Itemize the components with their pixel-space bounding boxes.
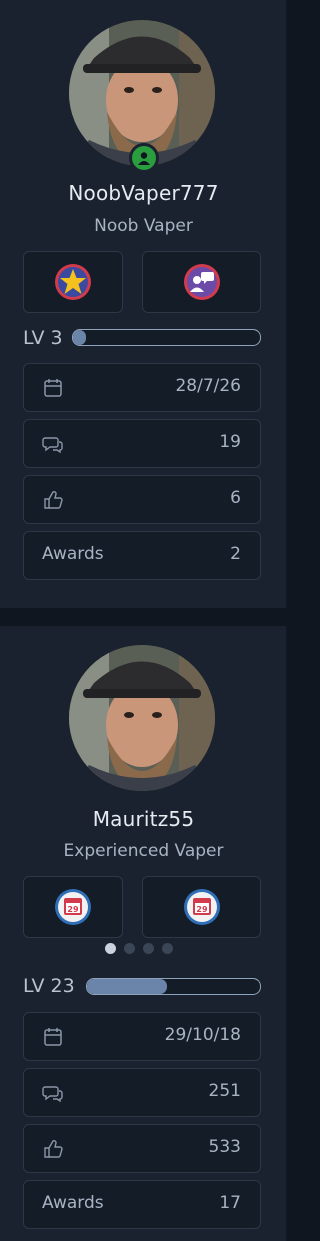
calendar-day-text: 29 bbox=[67, 905, 79, 914]
chat-trophy-icon bbox=[183, 264, 220, 300]
carousel-dot[interactable] bbox=[124, 943, 135, 954]
trophy-slot[interactable]: 29 bbox=[142, 876, 261, 938]
reactions-count: 6 bbox=[230, 488, 241, 508]
calendar-29-trophy-icon: 29 bbox=[183, 889, 220, 925]
messages-count: 19 bbox=[219, 432, 241, 452]
level-progress-fill bbox=[87, 979, 167, 994]
carousel-dot[interactable] bbox=[105, 943, 116, 954]
messages-row[interactable]: 19 bbox=[23, 419, 261, 468]
avatar[interactable] bbox=[69, 645, 215, 791]
calendar-icon bbox=[44, 379, 62, 397]
awards-row[interactable]: Awards 2 bbox=[23, 531, 261, 580]
joined-date: 29/10/18 bbox=[164, 1025, 241, 1045]
calendar-29-trophy-icon: 29 bbox=[55, 889, 91, 925]
reactions-count: 533 bbox=[208, 1137, 241, 1157]
thumbs-up-icon bbox=[44, 491, 63, 509]
user-title: Experienced Vaper bbox=[63, 841, 224, 861]
messages-icon bbox=[42, 437, 63, 454]
level-label: LV 3 bbox=[23, 327, 63, 349]
carousel-dot[interactable] bbox=[143, 943, 154, 954]
awards-label: Awards bbox=[42, 1193, 104, 1213]
awards-label: Awards bbox=[42, 544, 104, 564]
awards-count: 17 bbox=[219, 1193, 241, 1213]
level-progress-fill bbox=[73, 330, 87, 345]
awards-row[interactable]: Awards 17 bbox=[23, 1180, 261, 1229]
thumbs-up-icon bbox=[44, 1140, 63, 1158]
username-link[interactable]: Mauritz55 bbox=[0, 807, 287, 831]
level-progress-bar bbox=[72, 329, 261, 346]
username-link[interactable]: NoobVaper777 bbox=[0, 181, 287, 205]
joined-row: 29/10/18 bbox=[23, 1012, 261, 1061]
trophy-carousel-dots bbox=[105, 943, 173, 954]
carousel-dot[interactable] bbox=[162, 943, 173, 954]
user-title: Noob Vaper bbox=[94, 216, 193, 236]
calendar-day-text: 29 bbox=[196, 905, 208, 914]
messages-icon bbox=[42, 1086, 63, 1103]
calendar-icon bbox=[44, 1028, 62, 1046]
user-card: Mauritz55 Experienced Vaper 29 29 LV 23 bbox=[0, 626, 287, 1241]
messages-count: 251 bbox=[208, 1081, 241, 1101]
trophy-slot[interactable]: 29 bbox=[23, 876, 123, 938]
level-progress-bar bbox=[86, 978, 261, 995]
level-label: LV 23 bbox=[23, 975, 75, 997]
joined-date: 28/7/26 bbox=[175, 376, 241, 396]
trophy-slot[interactable] bbox=[23, 251, 123, 313]
joined-row: 28/7/26 bbox=[23, 363, 261, 412]
user-card: NoobVaper777 Noob Vaper LV 3 28/7/26 19 … bbox=[0, 0, 287, 608]
online-status-icon bbox=[129, 143, 159, 173]
trophy-slot[interactable] bbox=[142, 251, 261, 313]
messages-row[interactable]: 251 bbox=[23, 1068, 261, 1117]
star-trophy-icon bbox=[55, 264, 91, 300]
reactions-row[interactable]: 6 bbox=[23, 475, 261, 524]
awards-count: 2 bbox=[230, 544, 241, 564]
reactions-row[interactable]: 533 bbox=[23, 1124, 261, 1173]
